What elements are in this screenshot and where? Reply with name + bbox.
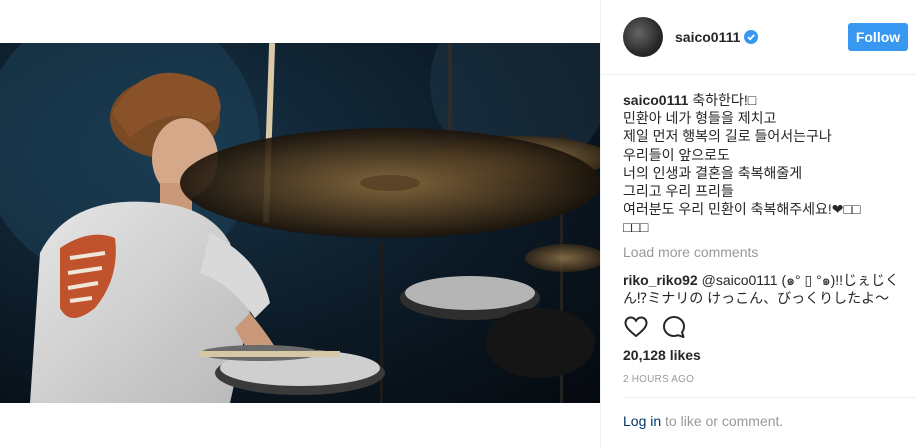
comment-username[interactable]: riko_riko92 [623,272,698,288]
login-prompt-text: to like or comment. [661,413,784,429]
post-header: saico0111 Follow [601,0,916,75]
caption-line: 그리고 우리 프리들 [623,183,734,200]
follow-button[interactable]: Follow [848,23,908,51]
caption-text: 축하한다!□ [692,92,757,108]
caption-line: 우리들이 앞으로도 [623,146,730,163]
comment-icon[interactable] [661,314,687,340]
post-media [0,0,601,447]
caption-line: 너의 인생과 결혼을 축복해줄게 [623,164,803,181]
caption-username[interactable]: saico0111 [623,92,688,108]
divider [623,397,916,398]
post-sidebar: saico0111 Follow saico0111 축하한다!□ 민환아 네가… [601,0,916,447]
load-more-comments-link[interactable]: Load more comments [623,243,900,261]
post-photo[interactable] [0,43,600,403]
instagram-post: saico0111 Follow saico0111 축하한다!□ 민환아 네가… [0,0,916,447]
caption-line: saico0111 축하한다!□ [623,91,900,109]
heart-icon[interactable] [623,314,649,340]
login-prompt: Log in to like or comment. [623,413,783,429]
caption-line: 제일 먼저 행복의 길로 들어서는구나 [623,128,832,145]
post-timestamp[interactable]: 2 HOURS AGO [623,374,694,385]
caption-line: 민환아 네가 형들을 제치고 [623,110,777,127]
drummer-photo [0,43,600,403]
likes-count[interactable]: 20,128 likes [623,347,701,363]
comments-section: saico0111 축하한다!□ 민환아 네가 형들을 제치고 제일 먼저 행복… [601,75,916,307]
header-username[interactable]: saico0111 [675,29,740,45]
avatar[interactable] [623,17,663,57]
login-link[interactable]: Log in [623,413,661,429]
caption-line: 여러분도 우리 민환이 축복해주세요!❤□□ [623,201,861,218]
caption-line: □□□ [623,219,649,236]
comment: riko_riko92 @saico0111 (๑° ▯ °๑)!!じぇじくん⁉… [623,271,900,307]
verified-badge-icon [744,30,759,44]
action-bar [623,314,687,340]
